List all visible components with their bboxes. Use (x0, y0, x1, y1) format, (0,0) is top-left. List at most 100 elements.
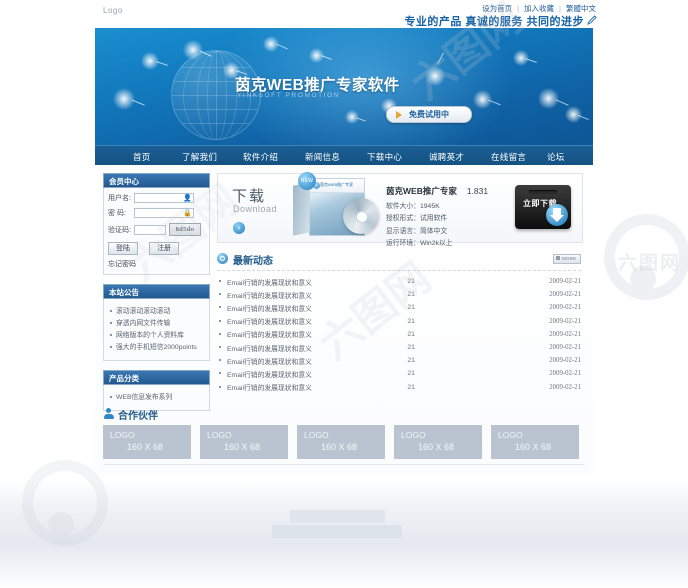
more-square-icon (556, 256, 560, 261)
announcements-panel: 本站公告 滚动滚动滚动滚动 穿透内网文件传输 网络版本的个人资料库 强大的手机短… (103, 284, 210, 361)
member-center-title: 会员中心 (109, 177, 139, 186)
news-item-date: 2009-02-21 (549, 344, 581, 352)
table-row[interactable]: Email行销的发展现状和意义 21 2009-02-21 (217, 381, 581, 394)
list-item[interactable]: 滚动滚动滚动滚动 (108, 307, 205, 316)
news-item-title: Email行销的发展现状和意义 (217, 354, 407, 367)
news-item-date: 2009-02-21 (549, 357, 581, 365)
product-platform: 运行环境：Win2k以上 (386, 240, 453, 247)
news-globe-icon (217, 253, 228, 264)
forgot-password-link[interactable]: 忘记密码 (108, 259, 205, 269)
announcements-body: 滚动滚动滚动滚动 穿透内网文件传输 网络版本的个人资料库 强大的手机短信2000… (103, 299, 210, 361)
product-language: 显示语言：简体中文 (386, 227, 448, 235)
announcements-title: 本站公告 (109, 288, 139, 297)
partners-title: 合作伙伴 (118, 411, 158, 422)
register-button[interactable]: 注册 (149, 242, 180, 255)
news-item-count: 21 (407, 344, 415, 352)
new-badge: NEW (298, 172, 316, 190)
news-item-title: Email行销的发展现状和意义 (217, 315, 407, 328)
news-item-count: 21 (407, 317, 415, 325)
hero-banner: 茵克WEB推广专家软件 YINKSOFT PROMOTION 免费试用中 (95, 28, 593, 145)
announcements-header: 本站公告 (103, 284, 210, 299)
news-item-title: Email行销的发展现状和意义 (217, 275, 407, 288)
password-label: 密 码: (108, 210, 126, 217)
partner-logo-size: 160 X 68 (418, 442, 455, 452)
list-item[interactable]: 穿透内网文件传输 (108, 319, 205, 328)
sidebar: 会员中心 用户名: 👤 密 码: 🔒 验证码: 8d5do 登陆 注册 忘记密码… (103, 173, 210, 420)
download-arrow-icon[interactable] (546, 204, 568, 226)
main-column: 下载 Download › 茵克WEB推广专家 NEW 茵克WEB推广专家 1.8… (217, 172, 583, 392)
list-item[interactable]: 网络版本的个人资料库 (108, 331, 205, 340)
link-set-homepage[interactable]: 设为首页 (482, 4, 512, 13)
table-row[interactable]: Email行销的发展现状和意义 21 2009-02-21 (217, 367, 581, 380)
top-strip: Logo 设为首页 | 加入收藏 | 繁體中文 专业的产品 真诚的服务 共同的进步 (0, 0, 688, 28)
link-separator-1: | (517, 4, 520, 13)
news-item-title: Email行销的发展现状和意义 (217, 288, 407, 301)
nav-item-software[interactable]: 软件介绍 (243, 151, 278, 163)
list-item[interactable]: 强大的手机短信2000points (108, 343, 205, 352)
categories-panel: 产品分类 WEB信息发布系列 (103, 370, 210, 411)
partner-logo[interactable]: LOGO 160 X 68 (103, 425, 191, 459)
news-section: 最新动态 MORE Email行销的发展现状和意义 21 2009-02-21 (217, 253, 581, 394)
password-input[interactable]: 🔒 (134, 208, 194, 218)
partners-row: LOGO 160 X 68 LOGO 160 X 68 LOGO 160 X 6… (103, 425, 585, 459)
partners-bottom-divider (103, 464, 585, 465)
footer-placeholder-bar (290, 510, 385, 523)
login-button[interactable]: 登陆 (108, 242, 138, 255)
pen-icon (586, 14, 598, 26)
link-add-favorite[interactable]: 加入收藏 (524, 4, 554, 13)
member-center-body: 用户名: 👤 密 码: 🔒 验证码: 8d5do 登陆 注册 忘记密码 (103, 188, 210, 275)
table-row[interactable]: Email行销的发展现状和意义 21 2009-02-21 (217, 315, 581, 328)
partner-logo-size: 160 X 68 (515, 442, 552, 452)
download-word-en: Download (233, 204, 278, 214)
partner-logo[interactable]: LOGO 160 X 68 (297, 425, 385, 459)
table-row[interactable]: Email行销的发展现状和意义 21 2009-02-21 (217, 354, 581, 367)
table-row[interactable]: Email行销的发展现状和意义 21 2009-02-21 (217, 328, 581, 341)
news-item-count: 21 (407, 291, 415, 299)
table-row[interactable]: Email行销的发展现状和意义 21 2009-02-21 (217, 275, 581, 288)
partner-logo[interactable]: LOGO 160 X 68 (200, 425, 288, 459)
table-row[interactable]: Email行销的发展现状和意义 21 2009-02-21 (217, 301, 581, 314)
cd-disc-graphic (343, 198, 379, 234)
nav-item-download[interactable]: 下载中心 (367, 151, 402, 163)
nav-item-forum[interactable]: 论坛 (547, 151, 565, 163)
partner-logo-name: LOGO (110, 430, 135, 440)
play-arrow-icon (396, 110, 402, 119)
news-item-date: 2009-02-21 (549, 383, 581, 391)
banner-subtitle: YINKSOFT PROMOTION (237, 92, 341, 99)
nav-item-news[interactable]: 新闻信息 (305, 151, 340, 163)
link-traditional-chinese[interactable]: 繁體中文 (566, 4, 596, 13)
free-trial-button[interactable]: 免费试用中 (386, 106, 472, 123)
nav-item-message[interactable]: 在线留言 (491, 151, 526, 163)
member-center-header: 会员中心 (103, 173, 210, 188)
news-title: 最新动态 (233, 256, 273, 267)
captcha-row: 验证码: 8d5do (108, 223, 205, 236)
download-feature-box: 下载 Download › 茵克WEB推广专家 NEW 茵克WEB推广专家 1.8… (217, 172, 583, 247)
username-input[interactable]: 👤 (134, 193, 194, 203)
nav-item-careers[interactable]: 诚聘英才 (429, 151, 464, 163)
table-row[interactable]: Email行销的发展现状和意义 21 2009-02-21 (217, 288, 581, 301)
news-more-button[interactable]: MORE (553, 254, 581, 264)
watermark-logo (604, 214, 688, 300)
table-row[interactable]: Email行销的发展现状和意义 21 2009-02-21 (217, 341, 581, 354)
nav-item-about[interactable]: 了解我们 (182, 151, 217, 163)
password-row: 密 码: 🔒 (108, 208, 205, 218)
arrow-right-icon[interactable]: › (233, 222, 245, 234)
news-table: Email行销的发展现状和意义 21 2009-02-21 Email行销的发展… (217, 275, 581, 394)
captcha-input[interactable] (134, 224, 166, 235)
site-logo[interactable]: Logo (103, 6, 123, 15)
product-info: 茵克WEB推广专家 1.831 软件大小：1945K 授权形式：试用软件 显示语言… (386, 185, 506, 247)
partner-logo[interactable]: LOGO 160 X 68 (491, 425, 579, 459)
news-item-count: 21 (407, 383, 415, 391)
captcha-image[interactable]: 8d5do (169, 223, 201, 236)
main-navigation: 首页 了解我们 软件介绍 新闻信息 下载中心 诚聘英才 在线留言 论坛 (95, 145, 593, 166)
news-item-date: 2009-02-21 (549, 317, 581, 325)
news-divider (217, 270, 581, 271)
partner-logo[interactable]: LOGO 160 X 68 (394, 425, 482, 459)
news-item-date: 2009-02-21 (549, 370, 581, 378)
free-trial-label: 免费试用中 (409, 110, 449, 119)
member-buttons: 登陆 注册 (108, 241, 205, 255)
partner-logo-name: LOGO (207, 430, 232, 440)
list-item[interactable]: WEB信息发布系列 (108, 393, 205, 402)
nav-item-home[interactable]: 首页 (133, 151, 151, 163)
member-center-panel: 会员中心 用户名: 👤 密 码: 🔒 验证码: 8d5do 登陆 注册 忘记密码 (103, 173, 210, 275)
